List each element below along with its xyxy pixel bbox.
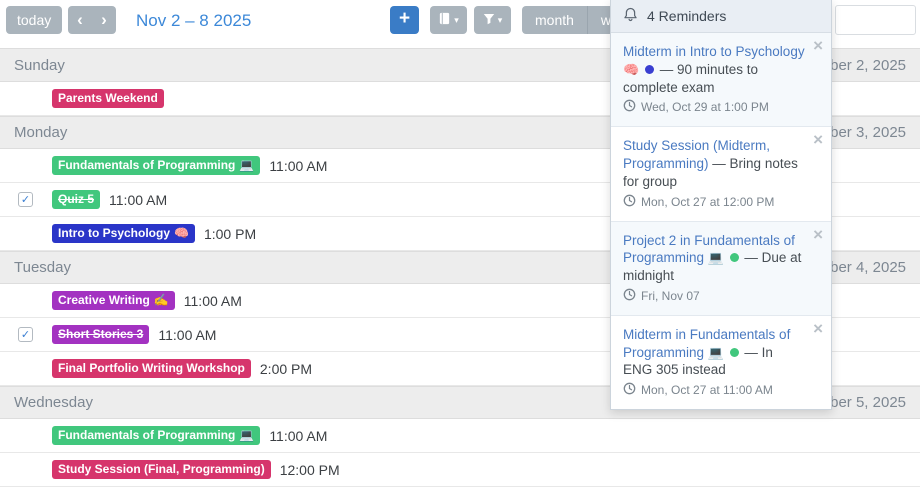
event-time: 11:00 AM <box>184 293 242 309</box>
event-badge[interactable]: Parents Weekend <box>52 89 164 108</box>
reminder-when: Wed, Oct 29 at 1:00 PM <box>623 99 805 117</box>
chevron-down-icon: ▾ <box>454 15 459 26</box>
close-icon[interactable]: × <box>813 37 823 54</box>
reminder-datetime: Mon, Oct 27 at 12:00 PM <box>641 195 774 211</box>
reminder-emoji-icon: 💻 <box>704 250 724 265</box>
course-color-dot <box>645 65 654 74</box>
reminder-item: × Midterm in Fundamentals of Programming… <box>611 316 831 409</box>
reminders-panel: 4 Reminders × Midterm in Intro to Psycho… <box>610 0 832 410</box>
event-badge[interactable]: Creative Writing ✍️ <box>52 291 175 310</box>
filter-dropdown-button[interactable]: ▾ <box>474 6 511 34</box>
clock-icon <box>623 99 636 117</box>
reminder-emoji-icon: 🧠 <box>623 62 639 77</box>
event-time: 1:00 PM <box>204 226 256 242</box>
today-button[interactable]: today <box>6 6 62 34</box>
event-emoji-icon: 💻 <box>239 158 254 173</box>
event-time: 2:00 PM <box>260 361 312 377</box>
event-time: 11:00 AM <box>269 428 327 444</box>
reminder-emoji-icon: 💻 <box>704 345 724 360</box>
event-badge[interactable]: Quiz 5 <box>52 190 100 209</box>
add-event-button[interactable]: + <box>390 6 419 34</box>
month-view-button[interactable]: month <box>522 6 587 34</box>
reminder-datetime: Fri, Nov 07 <box>641 289 700 305</box>
event-time: 11:00 AM <box>158 327 216 343</box>
close-icon[interactable]: × <box>813 226 823 243</box>
reminder-when: Mon, Oct 27 at 12:00 PM <box>623 194 805 212</box>
reminder-text: Study Session (Midterm, Programming) — B… <box>623 138 798 189</box>
event-title: Fundamentals of Programming <box>58 158 235 173</box>
event-title: Quiz 5 <box>58 192 94 207</box>
reminder-description: — 90 minutes to complete exam <box>623 62 758 95</box>
prev-icon[interactable]: ‹ <box>68 7 92 33</box>
course-color-dot <box>730 348 739 357</box>
clock-icon <box>623 288 636 306</box>
course-color-dot <box>730 253 739 262</box>
event-badge[interactable]: Final Portfolio Writing Workshop <box>52 359 251 378</box>
event-badge[interactable]: Study Session (Final, Programming) <box>52 460 271 479</box>
reminder-text: Midterm in Intro to Psychology 🧠 — 90 mi… <box>623 44 805 95</box>
nav-button-group: ‹› <box>68 6 116 34</box>
reminders-list: × Midterm in Intro to Psychology 🧠 — 90 … <box>611 33 831 409</box>
event-title: Study Session (Final, Programming) <box>58 462 265 477</box>
event-done-checkbox[interactable]: ✓ <box>18 327 33 342</box>
event-badge[interactable]: Intro to Psychology 🧠 <box>52 224 195 243</box>
notebook-dropdown-button[interactable]: ▾ <box>430 6 467 34</box>
event-badge[interactable]: Fundamentals of Programming 💻 <box>52 156 260 175</box>
reminder-item: × Project 2 in Fundamentals of Programmi… <box>611 222 831 316</box>
reminders-count-label: 4 Reminders <box>647 8 726 24</box>
close-icon[interactable]: × <box>813 131 823 148</box>
event-title: Final Portfolio Writing Workshop <box>58 361 245 376</box>
chevron-down-icon: ▾ <box>498 15 503 26</box>
day-name: Wednesday <box>14 394 93 411</box>
clock-icon <box>623 382 636 400</box>
close-icon[interactable]: × <box>813 320 823 337</box>
active-view-button[interactable] <box>835 5 916 35</box>
event-row: Study Session (Final, Programming) 12:00… <box>0 453 920 487</box>
event-emoji-icon: 🧠 <box>174 226 189 241</box>
event-done-checkbox[interactable]: ✓ <box>18 192 33 207</box>
event-title: Creative Writing <box>58 293 150 308</box>
calendar-app: today ‹› Nov 2 – 8 2025 + ▾ ▾ monthweek … <box>0 0 920 489</box>
reminders-header: 4 Reminders <box>611 0 831 33</box>
reminder-when: Mon, Oct 27 at 11:00 AM <box>623 382 805 400</box>
reminder-text: Project 2 in Fundamentals of Programming… <box>623 233 801 284</box>
event-row: Fundamentals of Programming 💻 11:00 AM <box>0 419 920 453</box>
event-time: 12:00 PM <box>280 462 340 478</box>
event-title: Short Stories 3 <box>58 327 143 342</box>
filter-icon <box>483 12 495 28</box>
reminder-datetime: Mon, Oct 27 at 11:00 AM <box>641 383 773 399</box>
reminder-link[interactable]: Midterm in Intro to Psychology <box>623 44 805 59</box>
reminder-datetime: Wed, Oct 29 at 1:00 PM <box>641 100 769 116</box>
next-icon[interactable]: › <box>92 7 116 33</box>
day-name: Tuesday <box>14 259 71 276</box>
clock-icon <box>623 194 636 212</box>
bell-icon <box>623 7 638 25</box>
event-title: Fundamentals of Programming <box>58 428 235 443</box>
notebook-icon <box>438 12 451 28</box>
event-time: 11:00 AM <box>109 192 167 208</box>
reminder-text: Midterm in Fundamentals of Programming 💻… <box>623 327 790 378</box>
event-badge[interactable]: Fundamentals of Programming 💻 <box>52 426 260 445</box>
page-title: Nov 2 – 8 2025 <box>136 11 251 31</box>
reminder-item: × Midterm in Intro to Psychology 🧠 — 90 … <box>611 33 831 127</box>
event-time: 11:00 AM <box>269 158 327 174</box>
event-emoji-icon: 💻 <box>239 428 254 443</box>
day-name: Monday <box>14 124 67 141</box>
event-title: Parents Weekend <box>58 91 158 106</box>
reminder-when: Fri, Nov 07 <box>623 288 805 306</box>
reminder-item: × Study Session (Midterm, Programming) —… <box>611 127 831 221</box>
event-badge[interactable]: Short Stories 3 <box>52 325 149 344</box>
day-name: Sunday <box>14 57 65 74</box>
event-title: Intro to Psychology <box>58 226 170 241</box>
event-emoji-icon: ✍️ <box>154 293 169 308</box>
